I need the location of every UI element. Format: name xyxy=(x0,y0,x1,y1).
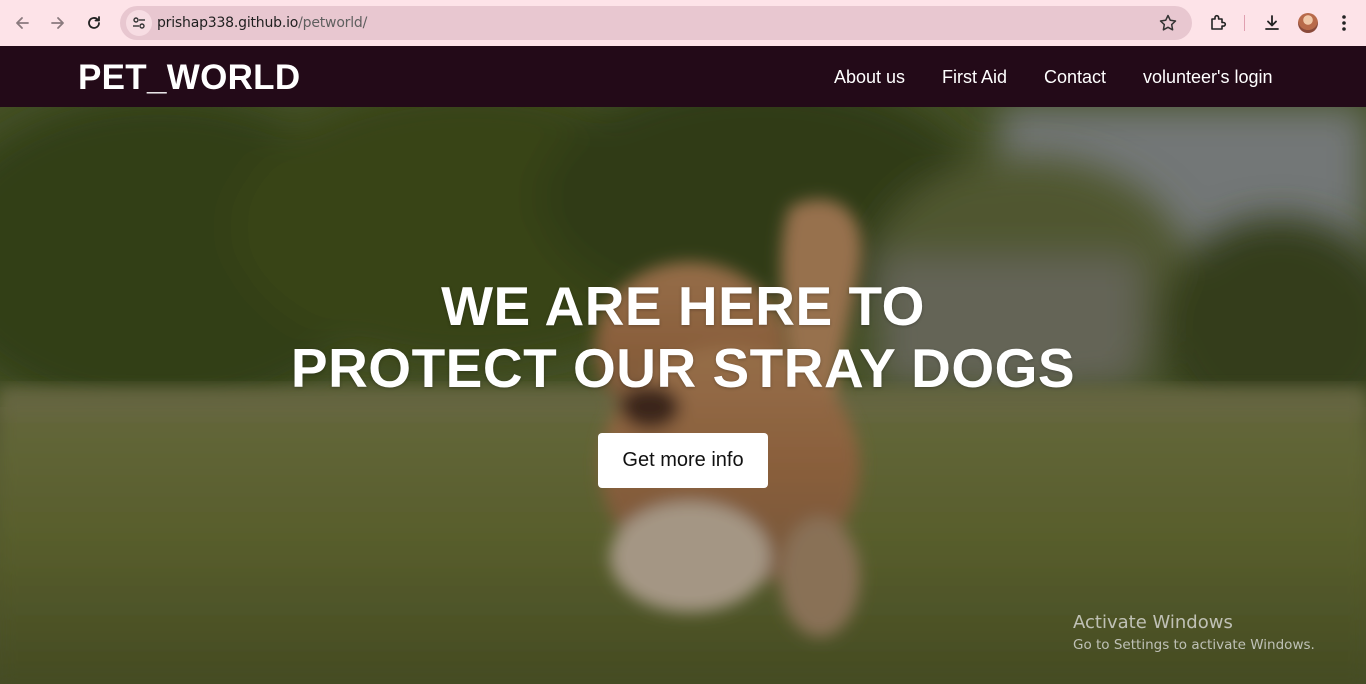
extensions-icon[interactable] xyxy=(1204,9,1232,37)
url-domain: prishap338.github.io xyxy=(157,15,299,31)
url-text: prishap338.github.io/petworld/ xyxy=(157,15,367,31)
url-path: /petworld/ xyxy=(298,15,368,31)
site-settings-icon[interactable] xyxy=(126,10,152,36)
back-arrow-icon[interactable] xyxy=(8,9,36,37)
nav-contact[interactable]: Contact xyxy=(1044,67,1106,88)
download-icon[interactable] xyxy=(1258,9,1286,37)
watermark-line-2: Go to Settings to activate Windows. xyxy=(1073,637,1315,653)
toolbar-divider xyxy=(1244,15,1245,31)
site-header: PET_WORLD About us First Aid Contact vol… xyxy=(0,46,1366,107)
bookmark-star-icon[interactable] xyxy=(1158,13,1178,38)
more-menu-icon[interactable] xyxy=(1330,9,1358,37)
reload-icon[interactable] xyxy=(80,9,108,37)
nav-first-aid[interactable]: First Aid xyxy=(942,67,1007,88)
forward-arrow-icon[interactable] xyxy=(44,9,72,37)
hero-section: WE ARE HERE TO PROTECT OUR STRAY DOGS Ge… xyxy=(0,107,1366,684)
get-more-info-button[interactable]: Get more info xyxy=(598,433,768,488)
windows-activation-watermark: Activate Windows Go to Settings to activ… xyxy=(1073,612,1315,653)
hero-title-line-1: WE ARE HERE TO xyxy=(441,275,925,337)
watermark-line-1: Activate Windows xyxy=(1073,612,1233,633)
address-bar[interactable]: prishap338.github.io/petworld/ xyxy=(120,6,1192,40)
hero-title-line-2: PROTECT OUR STRAY DOGS xyxy=(290,337,1076,399)
nav-volunteer-login[interactable]: volunteer's login xyxy=(1143,67,1273,88)
browser-toolbar: prishap338.github.io/petworld/ xyxy=(0,0,1366,46)
nav-about-us[interactable]: About us xyxy=(834,67,905,88)
main-nav: About us First Aid Contact volunteer's l… xyxy=(0,67,1366,91)
profile-avatar[interactable] xyxy=(1298,13,1318,33)
hero-title: WE ARE HERE TO PROTECT OUR STRAY DOGS xyxy=(0,275,1366,399)
